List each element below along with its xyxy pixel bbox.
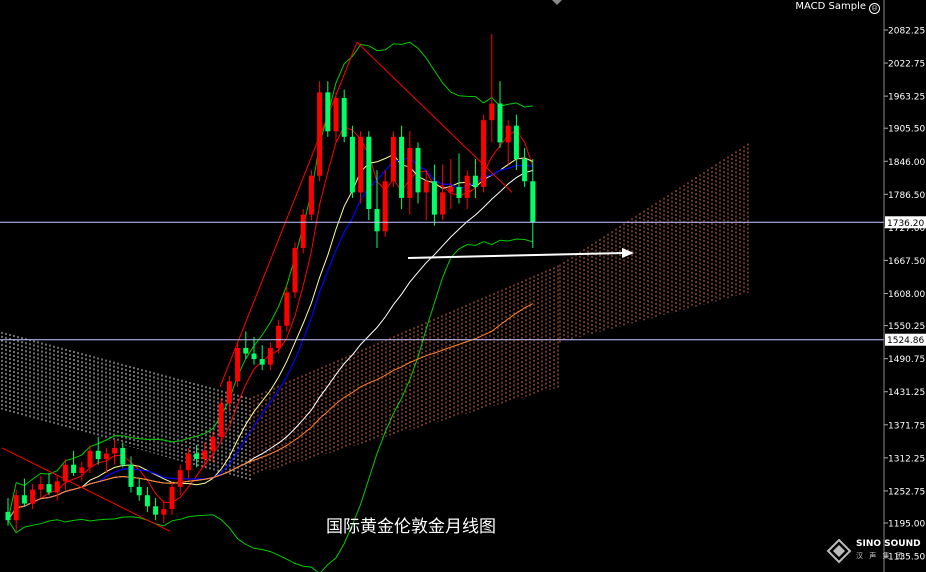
ma-yellow — [7, 153, 534, 521]
candle-body — [358, 136, 364, 193]
tick-label: 1490.75 — [888, 355, 925, 365]
chart-caption: 国际黄金伦敦金月线图 — [326, 517, 496, 537]
candle-body — [472, 175, 478, 187]
candle-body — [259, 359, 265, 365]
price-label: 1736.20 — [887, 219, 924, 229]
candle-body — [177, 470, 183, 487]
candle-body — [505, 125, 511, 143]
indicator-lines — [7, 41, 534, 572]
candle-body — [522, 159, 528, 182]
candle-body — [38, 484, 44, 490]
candle-body — [95, 450, 101, 460]
candle-body — [448, 186, 454, 193]
candle-body — [144, 495, 150, 507]
candle-body — [423, 181, 429, 193]
candle-body — [267, 347, 273, 365]
candle-body — [169, 486, 175, 510]
candle-body — [276, 325, 282, 348]
trend-lines — [1, 42, 513, 532]
price-label: 1524.86 — [887, 336, 924, 346]
candle-body — [481, 120, 487, 187]
candle-body — [497, 103, 503, 143]
candle-body — [79, 467, 85, 473]
logo-sub: 汉 声 集 团 — [856, 552, 905, 560]
indicator-name: MACD Sample — [795, 1, 866, 12]
candle-body — [530, 181, 536, 223]
candle-body — [300, 214, 306, 248]
candle-body — [440, 192, 446, 215]
tick-label: 1786.50 — [888, 191, 925, 201]
candle-body — [308, 175, 314, 215]
candle-body — [235, 347, 241, 382]
candle-body — [194, 453, 200, 460]
candle-body — [284, 292, 290, 326]
candle-body — [431, 181, 437, 215]
candle-body — [251, 353, 257, 360]
trend-line-early — [1, 447, 171, 532]
tick-label: 1963.25 — [888, 93, 925, 103]
candle-body — [153, 506, 159, 515]
tick-label: 1312.25 — [888, 454, 925, 464]
candle-body — [226, 381, 232, 404]
candle-body — [374, 209, 380, 232]
candle-body — [415, 147, 421, 193]
candle-body — [349, 136, 355, 193]
diamond-logo-icon — [826, 538, 852, 564]
candle-body — [46, 484, 52, 493]
tick-label: 1371.75 — [888, 421, 925, 431]
tick-label: 1846.00 — [888, 158, 925, 168]
tick-label: 1195.00 — [888, 520, 925, 530]
candle-body — [13, 495, 19, 521]
candle-body — [456, 186, 462, 198]
candle-body — [390, 136, 396, 182]
candle-body — [128, 464, 134, 487]
candle-body — [399, 136, 405, 198]
candle-body — [366, 136, 372, 210]
candle-body — [489, 103, 495, 121]
candle-body — [30, 489, 36, 504]
candle-body — [218, 403, 224, 437]
candle-body — [71, 464, 77, 473]
gold-monthly-chart: 2082.25 2022.75 1963.25 1905.50 1846.00 1786.… — [0, 0, 926, 572]
candle-body — [333, 97, 339, 132]
candle-body — [62, 464, 68, 482]
tick-label: 1252.75 — [888, 487, 925, 497]
tick-label: 1550.25 — [888, 322, 925, 332]
top-marker — [552, 0, 562, 5]
candle-body — [185, 453, 191, 471]
tick-label: 1667.50 — [888, 257, 925, 267]
candle-body — [382, 181, 388, 232]
indicator-label: MACD Sample ☹ — [795, 1, 880, 14]
candle-body — [136, 486, 142, 496]
candle-body — [103, 453, 109, 460]
candle-body — [202, 450, 208, 460]
sinosound-logo: SINO SOUND 汉 声 集 团 — [826, 538, 922, 568]
candle-body — [5, 511, 11, 521]
candle-body — [243, 347, 249, 354]
candle-body — [210, 436, 216, 451]
tick-label: 1431.25 — [888, 388, 925, 398]
candle-body — [112, 447, 118, 454]
candle-body — [161, 509, 167, 515]
tick-label: 1608.00 — [888, 290, 925, 300]
candle-body — [292, 247, 298, 293]
candle-body — [341, 97, 347, 137]
tick-label: 2022.75 — [888, 60, 925, 70]
candle-body — [317, 92, 323, 176]
candle-body — [21, 495, 27, 504]
candle-body — [87, 450, 93, 468]
candle-body — [54, 481, 60, 493]
logo-brand: SINO SOUND — [856, 539, 921, 549]
tick-label: 2082.25 — [888, 27, 925, 37]
ichimoku-cloud — [1, 143, 749, 482]
candle-body — [464, 175, 470, 198]
smiley-icon: ☹ — [869, 3, 880, 14]
candle-body — [407, 147, 413, 198]
candles — [5, 34, 536, 532]
candle-body — [120, 447, 126, 465]
candle-body — [513, 125, 519, 160]
candle-body — [325, 92, 331, 132]
tick-label: 1905.50 — [888, 125, 925, 135]
